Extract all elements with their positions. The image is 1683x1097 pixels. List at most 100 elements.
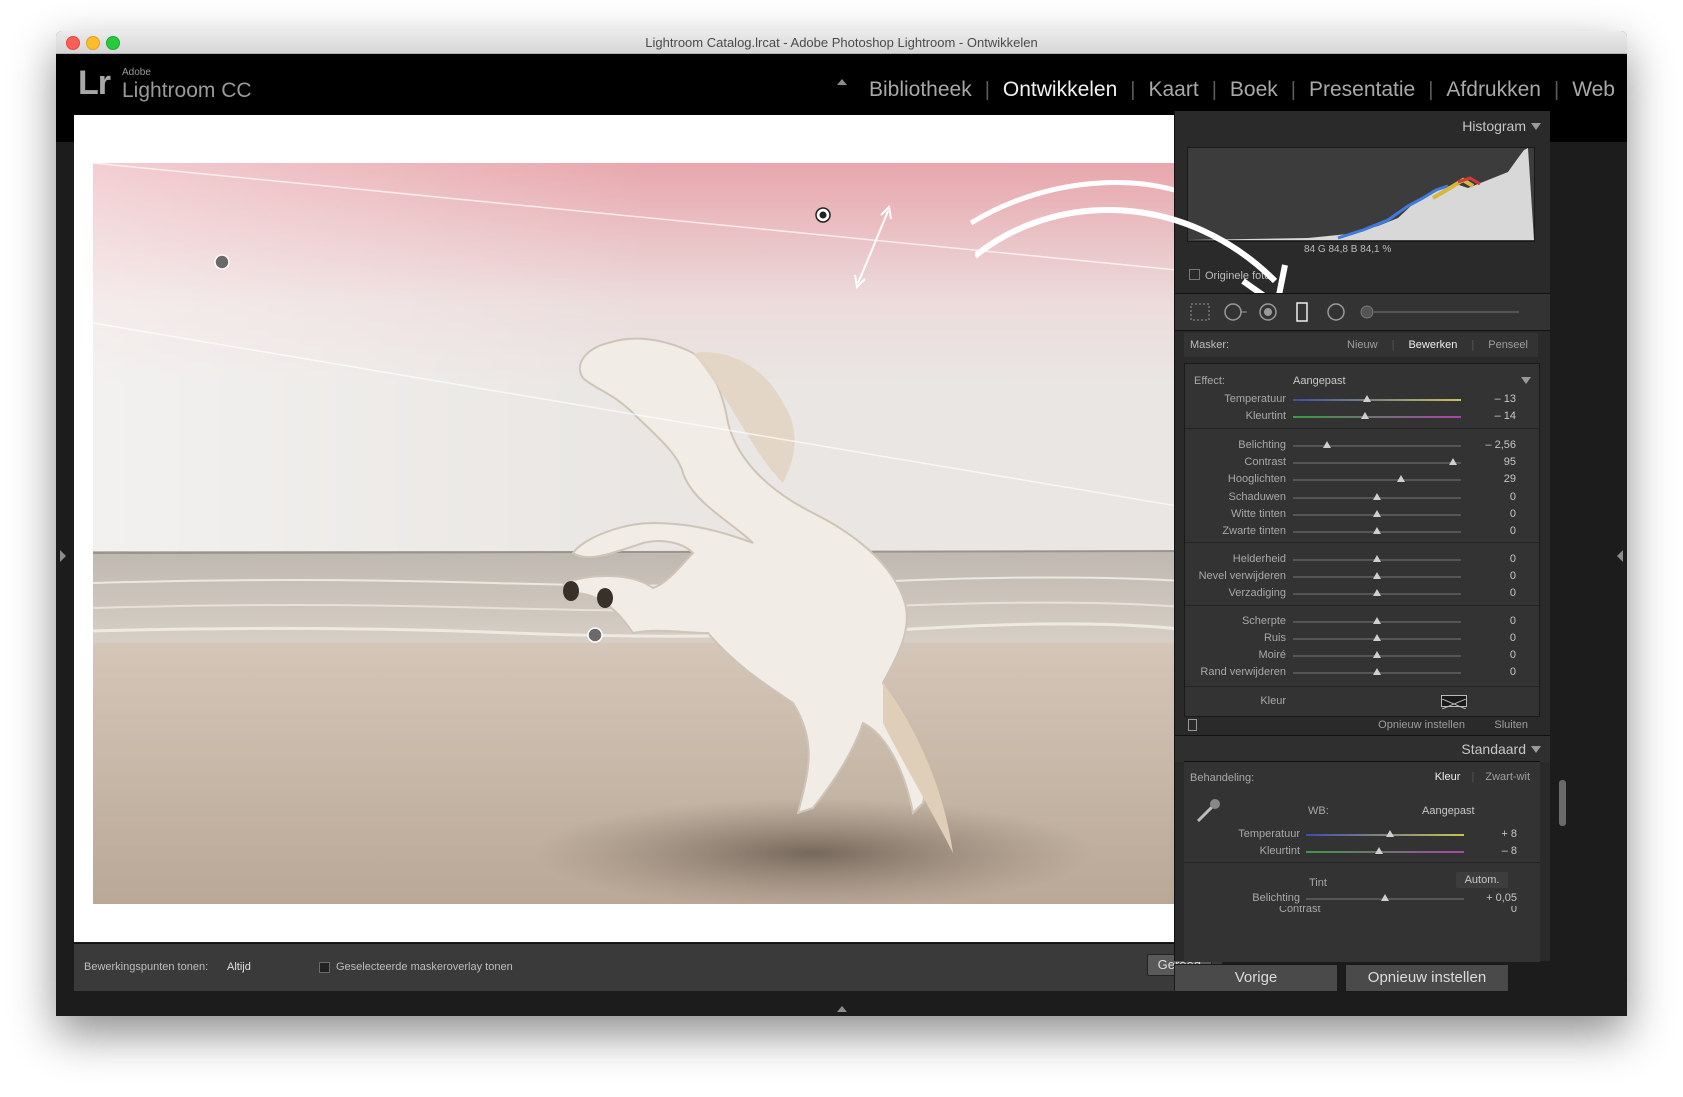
basic-slider-thumb[interactable] xyxy=(1374,847,1383,854)
effect-slider-thumb[interactable] xyxy=(1373,510,1381,517)
exposure-thumb[interactable] xyxy=(1381,894,1389,901)
effect-slider-row[interactable]: Helderheid 0 xyxy=(1185,551,1539,567)
eyedropper-icon[interactable] xyxy=(1194,795,1224,830)
basic-header-label: Standaard xyxy=(1461,741,1526,757)
treatment-color[interactable]: Kleur xyxy=(1435,771,1461,783)
basic-slider-label: Temperatuur xyxy=(1238,828,1300,840)
graduated-filter-icon[interactable] xyxy=(1291,302,1313,322)
effect-slider-thumb[interactable] xyxy=(1373,493,1381,500)
divider xyxy=(1185,686,1539,687)
effect-slider-row[interactable]: Hooglichten 29 xyxy=(1185,471,1539,487)
basic-header[interactable]: Standaard xyxy=(1175,735,1550,762)
effect-slider-track[interactable] xyxy=(1293,416,1461,418)
module-picker: Bibliotheek | Ontwikkelen | Kaart | Boek… xyxy=(869,78,1615,102)
module-map[interactable]: Kaart xyxy=(1149,78,1199,102)
basic-contrast-label: Contrast xyxy=(1279,906,1321,914)
exposure-slider-row[interactable]: Belichting + 0,05 xyxy=(1184,890,1540,906)
effect-slider-thumb[interactable] xyxy=(1373,617,1381,624)
previous-button[interactable]: Vorige xyxy=(1174,964,1338,992)
effect-slider-row[interactable]: Temperatuur – 13 xyxy=(1185,391,1539,407)
histogram-header[interactable]: Histogram xyxy=(1462,118,1526,134)
effect-slider-thumb[interactable] xyxy=(1373,527,1381,534)
basic-slider-track[interactable] xyxy=(1306,851,1464,853)
effect-slider-row[interactable]: Zwarte tinten 0 xyxy=(1185,523,1539,539)
basic-slider-thumb[interactable] xyxy=(1385,830,1394,837)
mask-reset-button[interactable]: Opnieuw instellen xyxy=(1378,719,1465,731)
effect-slider-row[interactable]: Ruis 0 xyxy=(1185,630,1539,646)
treatment-bw[interactable]: Zwart-wit xyxy=(1485,771,1530,783)
effect-slider-value: – 14 xyxy=(1494,410,1516,422)
effect-slider-thumb[interactable] xyxy=(1322,441,1331,448)
effect-slider-thumb[interactable] xyxy=(1373,555,1381,562)
effect-slider-row[interactable]: Verzadiging 0 xyxy=(1185,585,1539,601)
effect-slider-row[interactable]: Kleurtint – 14 xyxy=(1185,408,1539,424)
panel-scrollbar[interactable] xyxy=(1559,780,1566,826)
effect-slider-value: 0 xyxy=(1509,666,1516,678)
crop-icon[interactable] xyxy=(1189,302,1211,322)
effect-slider-thumb[interactable] xyxy=(1373,572,1381,579)
mask-edit[interactable]: Bewerken xyxy=(1408,339,1457,351)
module-slideshow[interactable]: Presentatie xyxy=(1309,78,1415,102)
effect-slider-thumb[interactable] xyxy=(1373,589,1381,596)
divider xyxy=(1185,428,1539,429)
effect-slider-thumb[interactable] xyxy=(1396,475,1405,482)
mask-close-button[interactable]: Sluiten xyxy=(1494,719,1528,731)
effect-slider-thumb[interactable] xyxy=(1373,668,1381,675)
module-print[interactable]: Afdrukken xyxy=(1446,78,1541,102)
effect-slider-row[interactable]: Witte tinten 0 xyxy=(1185,506,1539,522)
effect-slider-row[interactable]: Belichting – 2,56 xyxy=(1185,437,1539,453)
effect-slider-thumb[interactable] xyxy=(1373,651,1381,658)
auto-tone-button[interactable]: Autom. xyxy=(1456,872,1508,888)
module-library[interactable]: Bibliotheek xyxy=(869,78,972,102)
effect-slider-value: 0 xyxy=(1509,570,1516,582)
basic-slider-label: Kleurtint xyxy=(1259,845,1300,857)
effect-slider-row[interactable]: Scherpte 0 xyxy=(1185,613,1539,629)
edit-points-select[interactable]: Altijd xyxy=(227,961,251,973)
module-book[interactable]: Boek xyxy=(1230,78,1278,102)
effect-collapse-icon[interactable] xyxy=(1521,377,1531,384)
effect-slider-track[interactable] xyxy=(1293,479,1461,481)
effect-slider-row[interactable]: Schaduwen 0 xyxy=(1185,489,1539,505)
mask-new[interactable]: Nieuw xyxy=(1347,339,1378,351)
reset-button[interactable]: Opnieuw instellen xyxy=(1345,964,1509,992)
mask-toggle-icon[interactable] xyxy=(1188,719,1197,731)
bottom-panel-toggle-icon[interactable] xyxy=(837,1006,847,1012)
mask-overlay-checkbox[interactable] xyxy=(319,962,330,973)
effect-slider-row[interactable]: Rand verwijderen 0 xyxy=(1185,664,1539,680)
effect-slider-track[interactable] xyxy=(1293,399,1461,401)
effect-slider-value: 0 xyxy=(1509,649,1516,661)
basic-slider-row[interactable]: Kleurtint – 8 xyxy=(1184,843,1540,859)
module-develop[interactable]: Ontwikkelen xyxy=(1003,78,1117,102)
wb-select[interactable]: Aangepast xyxy=(1422,805,1475,817)
effect-slider-row[interactable]: Contrast 95 xyxy=(1185,454,1539,470)
effect-slider-track[interactable] xyxy=(1293,462,1461,464)
color-swatch[interactable] xyxy=(1441,695,1467,710)
radial-filter-icon[interactable] xyxy=(1325,302,1347,322)
effect-slider-value: 0 xyxy=(1509,615,1516,627)
bottom-buttons: Vorige Opnieuw instellen xyxy=(1174,961,1549,995)
effect-slider-track[interactable] xyxy=(1293,445,1461,447)
module-web[interactable]: Web xyxy=(1572,78,1615,102)
red-eye-icon[interactable] xyxy=(1257,302,1279,322)
top-panel-toggle-icon[interactable] xyxy=(837,79,847,85)
left-panel-toggle-icon[interactable] xyxy=(60,550,66,562)
effect-slider-thumb[interactable] xyxy=(1361,412,1370,419)
effect-select[interactable]: Aangepast xyxy=(1293,375,1346,387)
effect-slider-label: Kleurtint xyxy=(1245,410,1286,422)
effect-slider-thumb[interactable] xyxy=(1362,395,1371,402)
lightroom-logo: Lr xyxy=(78,64,111,102)
mask-reset-row: Opnieuw instellen Sluiten xyxy=(1184,715,1538,735)
brush-size-slider[interactable] xyxy=(1359,302,1539,322)
spot-removal-icon[interactable] xyxy=(1223,302,1247,322)
collapse-triangle-icon[interactable] xyxy=(1531,746,1541,753)
effect-slider-thumb[interactable] xyxy=(1448,458,1457,465)
effect-slider-thumb[interactable] xyxy=(1373,634,1381,641)
contrast-row-clipped: Contrast 0 xyxy=(1184,906,1540,914)
basic-slider-row[interactable]: Temperatuur + 8 xyxy=(1184,826,1540,842)
mask-brush[interactable]: Penseel xyxy=(1488,339,1528,351)
right-panel-toggle-icon[interactable] xyxy=(1617,550,1623,562)
effect-slider-row[interactable]: Nevel verwijderen 0 xyxy=(1185,568,1539,584)
effect-slider-row[interactable]: Moiré 0 xyxy=(1185,647,1539,663)
window-title: Lightroom Catalog.lrcat - Adobe Photosho… xyxy=(645,35,1038,50)
collapse-triangle-icon[interactable] xyxy=(1531,123,1541,130)
